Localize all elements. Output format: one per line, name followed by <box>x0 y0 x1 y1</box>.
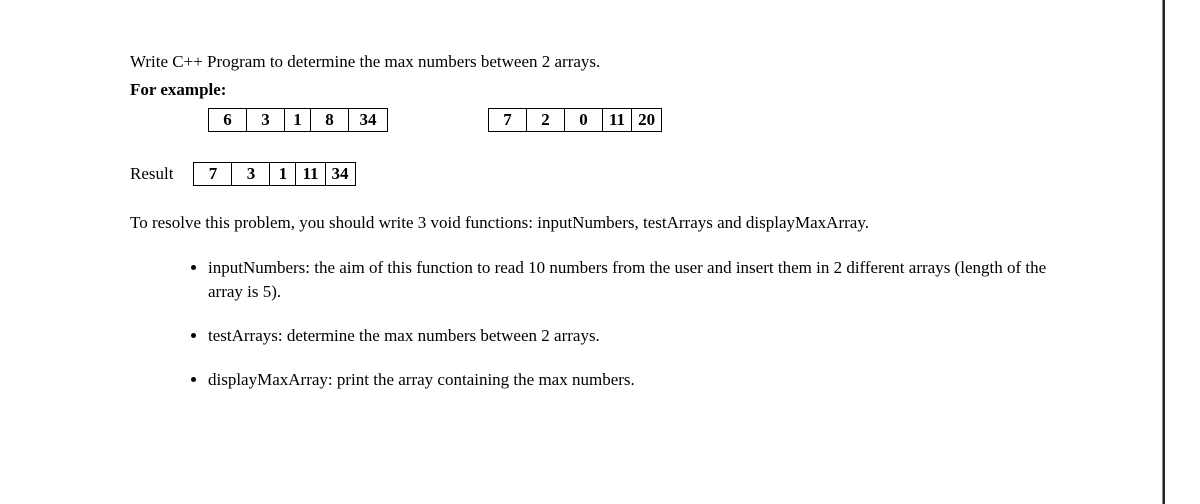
list-item: testArrays: determine the max numbers be… <box>208 324 1058 348</box>
array-cell: 34 <box>349 109 387 131</box>
array-cell: 1 <box>270 163 296 185</box>
array-cell: 6 <box>209 109 247 131</box>
array-cell: 20 <box>632 109 661 131</box>
page-right-border <box>1162 0 1165 504</box>
array-cell: 3 <box>247 109 285 131</box>
array-cell: 0 <box>565 109 603 131</box>
functions-list: inputNumbers: the aim of this function t… <box>208 256 1058 391</box>
array-cell: 11 <box>603 109 632 131</box>
array-cell: 7 <box>194 163 232 185</box>
example-arrays-row: 6 3 1 8 34 7 2 0 11 20 <box>208 108 1070 132</box>
for-example-label: For example: <box>130 78 1070 102</box>
array-cell: 7 <box>489 109 527 131</box>
array-result: 7 3 1 11 34 <box>193 162 355 186</box>
list-item: inputNumbers: the aim of this function t… <box>208 256 1058 304</box>
list-item: displayMaxArray: print the array contain… <box>208 368 1058 392</box>
array-cell: 11 <box>296 163 325 185</box>
result-row: Result 7 3 1 11 34 <box>130 162 1070 186</box>
result-label: Result <box>130 162 173 186</box>
array-cell: 1 <box>285 109 311 131</box>
array-cell: 8 <box>311 109 349 131</box>
array-a: 6 3 1 8 34 <box>208 108 388 132</box>
array-cell: 34 <box>326 163 355 185</box>
array-b: 7 2 0 11 20 <box>488 108 662 132</box>
array-cell: 2 <box>527 109 565 131</box>
problem-description: To resolve this problem, you should writ… <box>130 211 1050 235</box>
array-cell: 3 <box>232 163 270 185</box>
prompt-intro: Write C++ Program to determine the max n… <box>130 50 1070 74</box>
